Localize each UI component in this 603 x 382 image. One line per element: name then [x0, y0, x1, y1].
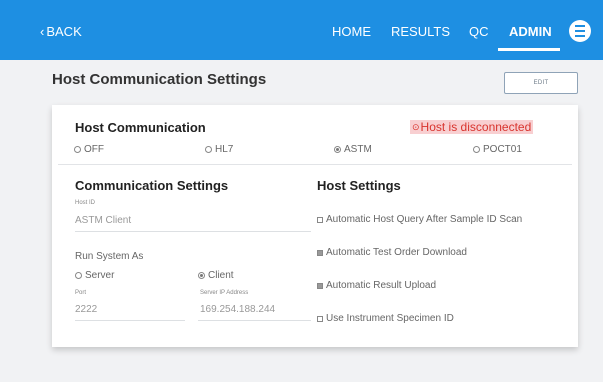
checkbox-icon: [317, 315, 323, 322]
communication-settings-title: Communication Settings: [75, 178, 229, 193]
port-underline: [75, 320, 185, 321]
radio-label: Client: [208, 270, 234, 281]
section-divider: [58, 164, 572, 165]
nav-qc[interactable]: QC: [469, 24, 489, 39]
radio-label: ASTM: [344, 144, 372, 155]
radio-label: OFF: [84, 144, 104, 155]
radio-run-as-server[interactable]: Server: [75, 270, 114, 281]
checkbox-use-instrument-specimen-id[interactable]: Use Instrument Specimen ID: [317, 313, 454, 324]
host-settings-title: Host Settings: [317, 178, 401, 193]
connection-status-text: Host is disconnected: [420, 120, 532, 134]
checkbox-label: Automatic Result Upload: [326, 280, 437, 291]
radio-protocol-hl7[interactable]: HL7: [205, 144, 233, 155]
hamburger-menu-icon[interactable]: [569, 20, 591, 42]
nav-results[interactable]: RESULTS: [391, 24, 450, 39]
radio-protocol-off[interactable]: OFF: [74, 144, 104, 155]
host-communication-title: Host Communication: [75, 120, 206, 135]
chevron-left-icon: ‹: [40, 24, 45, 39]
active-nav-indicator: [498, 48, 560, 51]
radio-selected-icon: [198, 272, 205, 279]
settings-card: [52, 105, 578, 347]
host-id-label: Host ID: [75, 200, 96, 206]
checkbox-checked-icon: [317, 249, 323, 256]
checkbox-auto-host-query[interactable]: Automatic Host Query After Sample ID Sca…: [317, 214, 522, 225]
radio-label: POCT01: [483, 144, 522, 155]
radio-icon: [205, 146, 212, 153]
top-nav-bar: ‹ BACK HOME RESULTS QC ADMIN: [0, 0, 603, 60]
server-ip-label: Server IP Address: [200, 290, 249, 296]
server-ip-field[interactable]: 169.254.188.244: [200, 304, 275, 315]
page-title: Host Communication Settings: [52, 71, 267, 88]
radio-icon: [74, 146, 81, 153]
checkbox-icon: [317, 216, 323, 223]
radio-label: Server: [85, 270, 115, 281]
checkbox-auto-result-upload[interactable]: Automatic Result Upload: [317, 280, 436, 291]
back-button[interactable]: ‹ BACK: [40, 24, 82, 39]
radio-protocol-astm[interactable]: ASTM: [334, 144, 372, 155]
connection-status-badge: ⊙Host is disconnected: [410, 120, 534, 134]
checkbox-checked-icon: [317, 282, 323, 289]
edit-button[interactable]: EDIT: [504, 72, 578, 94]
radio-icon: [75, 272, 82, 279]
checkbox-label: Automatic Host Query After Sample ID Sca…: [326, 214, 523, 225]
run-system-as-label: Run System As: [75, 251, 144, 262]
checkbox-label: Automatic Test Order Download: [326, 247, 467, 258]
radio-protocol-poct01[interactable]: POCT01: [473, 144, 522, 155]
server-ip-underline: [198, 320, 311, 321]
radio-run-as-client[interactable]: Client: [198, 270, 234, 281]
back-label: BACK: [46, 24, 82, 39]
nav-home[interactable]: HOME: [332, 24, 371, 39]
warning-icon: ⊙: [412, 122, 420, 132]
host-id-field[interactable]: ASTM Client: [75, 215, 131, 226]
checkbox-auto-test-order[interactable]: Automatic Test Order Download: [317, 247, 467, 258]
port-label: Port: [75, 290, 87, 296]
checkbox-label: Use Instrument Specimen ID: [326, 313, 454, 324]
port-field[interactable]: 2222: [75, 304, 97, 315]
nav-admin[interactable]: ADMIN: [509, 24, 552, 39]
host-id-underline: [75, 231, 311, 232]
radio-selected-icon: [334, 146, 341, 153]
radio-icon: [473, 146, 480, 153]
radio-label: HL7: [215, 144, 234, 155]
